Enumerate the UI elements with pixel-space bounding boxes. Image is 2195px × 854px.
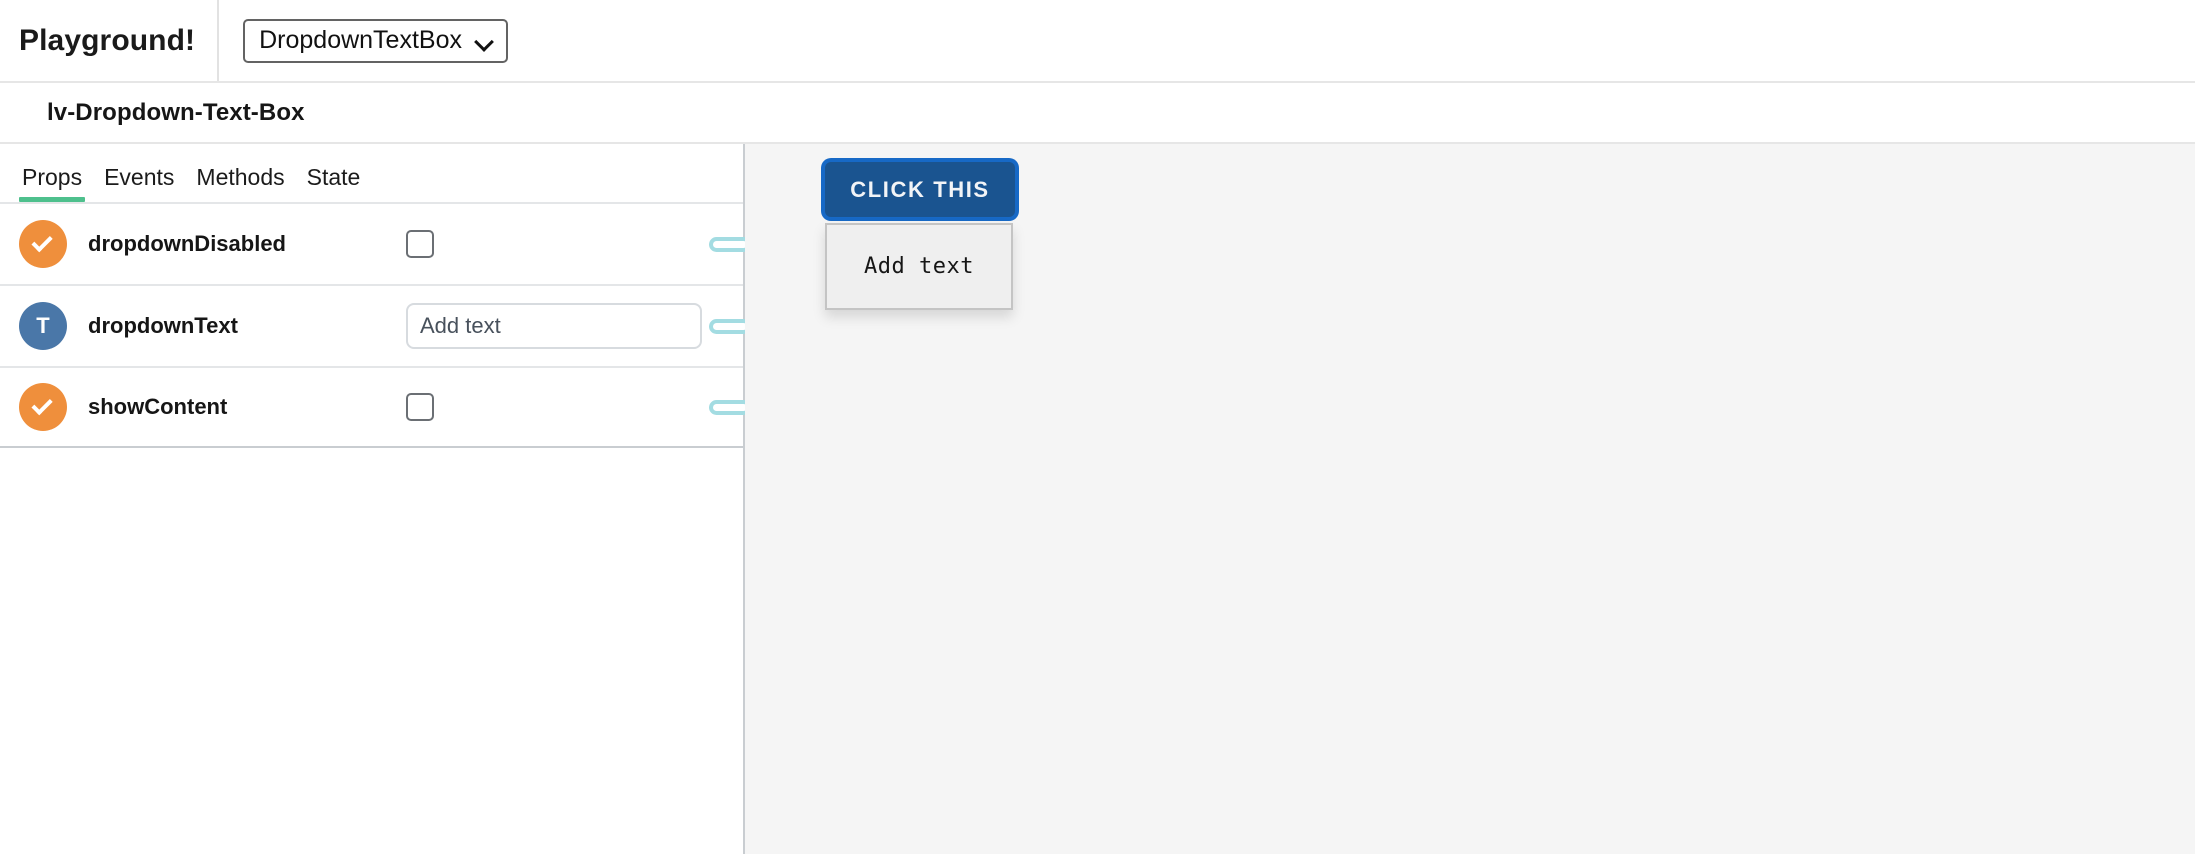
tab-state-label: State — [306, 164, 361, 190]
component-name: lv-Dropdown-Text-Box — [47, 98, 305, 126]
dropdown-disabled-checkbox[interactable] — [406, 230, 434, 258]
tab-methods-label: Methods — [196, 164, 285, 190]
top-header-bar: Playground! DropdownTextBox — [0, 0, 2195, 83]
boolean-type-badge — [19, 383, 67, 431]
tab-events[interactable]: Events — [93, 166, 185, 202]
prop-control — [406, 393, 743, 421]
main-body: Props Events Methods State dropdownDisab… — [0, 144, 2195, 854]
tab-methods[interactable]: Methods — [185, 166, 295, 202]
props-list: dropdownDisabled T dropdownText Add text… — [0, 202, 751, 448]
tab-props[interactable]: Props — [19, 166, 93, 202]
text-type-glyph: T — [36, 313, 50, 338]
tab-props-label: Props — [22, 164, 83, 190]
prop-name-label: dropdownText — [88, 313, 238, 338]
chevron-down-icon — [476, 35, 493, 46]
inspector-panel: Props Events Methods State dropdownDisab… — [0, 144, 751, 854]
prop-row: T dropdownText — [0, 284, 751, 366]
dropdown-content-text: Add text — [864, 254, 974, 279]
inspector-tabs: Props Events Methods State — [0, 144, 743, 202]
component-preview-stage: CLICK THIS Add text — [745, 144, 2195, 854]
prop-name-label: dropdownDisabled — [88, 231, 286, 256]
check-icon — [30, 230, 53, 252]
prop-row: dropdownDisabled — [0, 202, 751, 284]
boolean-type-badge — [19, 220, 67, 268]
prop-control — [406, 303, 743, 349]
app-title: Playground! — [19, 23, 196, 57]
prop-name-label: showContent — [88, 394, 228, 419]
prop-row: showContent — [0, 366, 751, 448]
show-content-checkbox[interactable] — [406, 393, 434, 421]
header-divider — [217, 0, 220, 81]
prop-control — [406, 230, 743, 258]
component-select-value: DropdownTextBox — [259, 26, 462, 54]
component-name-bar: lv-Dropdown-Text-Box — [0, 83, 2195, 144]
click-this-button[interactable]: CLICK THIS — [825, 162, 1015, 217]
dropdown-text-box-widget: CLICK THIS Add text — [825, 162, 1015, 310]
tab-events-label: Events — [104, 164, 175, 190]
check-icon — [30, 393, 53, 415]
tab-state[interactable]: State — [296, 166, 372, 202]
playground-app: Playground! DropdownTextBox lv-Dropdown-… — [0, 0, 2195, 854]
component-select-dropdown[interactable]: DropdownTextBox — [243, 18, 508, 63]
text-type-badge: T — [19, 302, 67, 350]
dropdown-content-panel[interactable]: Add text — [825, 223, 1013, 310]
dropdown-text-input[interactable] — [406, 303, 702, 349]
